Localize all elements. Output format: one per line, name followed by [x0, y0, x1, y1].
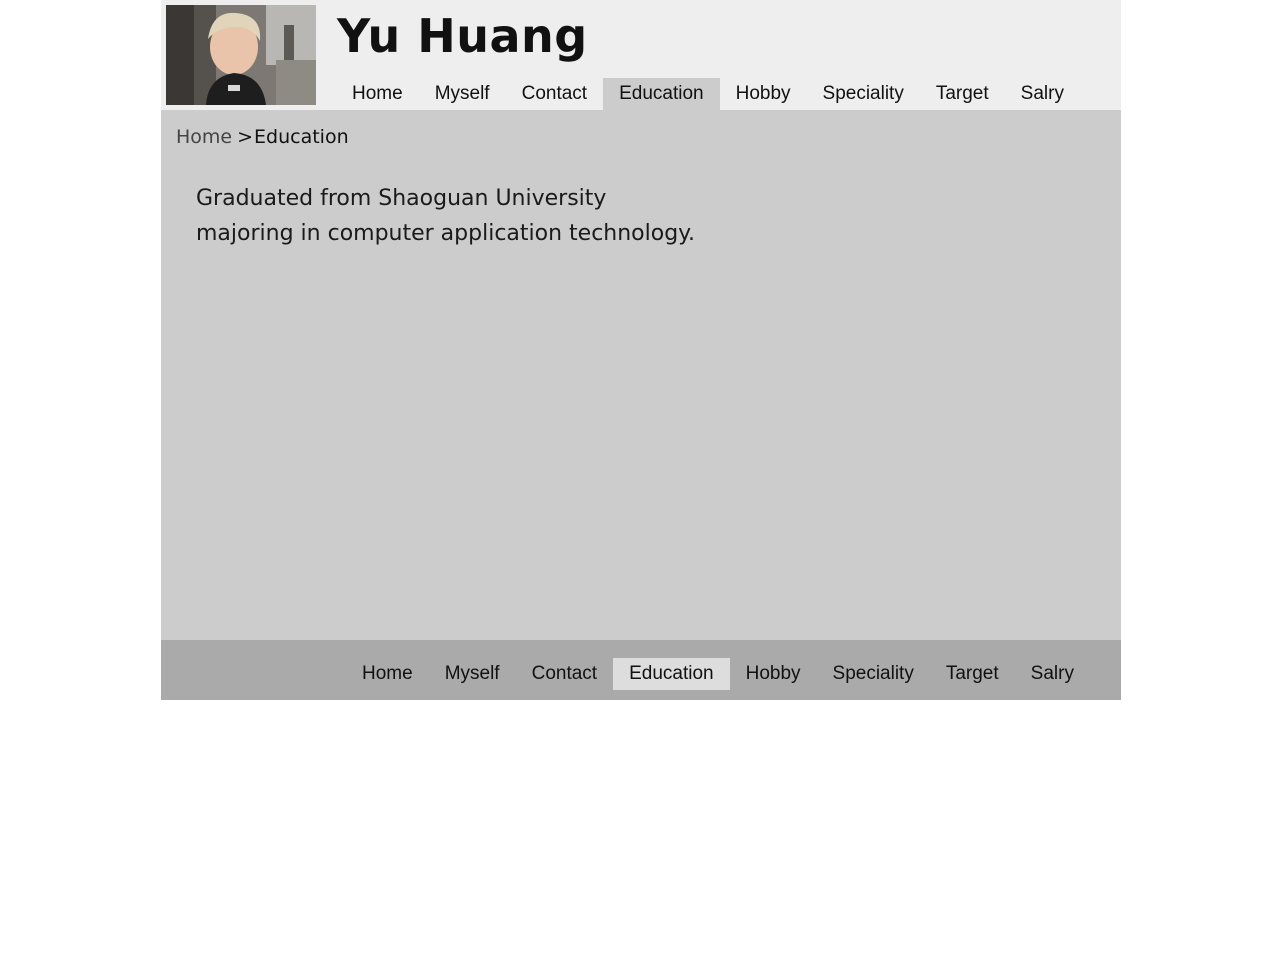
top-nav: Home Myself Contact Education Hobby Spec… — [336, 78, 1080, 110]
education-text: Graduated from Shaoguan University major… — [196, 181, 695, 251]
avatar — [166, 5, 316, 105]
footer-nav-item-myself[interactable]: Myself — [429, 658, 516, 690]
breadcrumb-current: Education — [254, 126, 349, 148]
breadcrumb: Home >Education — [176, 126, 349, 148]
main-content: Home >Education Graduated from Shaoguan U… — [161, 110, 1121, 640]
footer-nav-item-contact[interactable]: Contact — [516, 658, 613, 690]
breadcrumb-separator: > — [237, 126, 254, 148]
footer-nav: Home Myself Contact Education Hobby Spec… — [346, 658, 1090, 690]
nav-item-myself[interactable]: Myself — [419, 78, 506, 110]
site-header: Yu Huang Home Myself Contact Education H… — [161, 0, 1121, 110]
nav-item-home[interactable]: Home — [336, 78, 419, 110]
page-title: Yu Huang — [337, 9, 588, 63]
education-line: Graduated from Shaoguan University — [196, 186, 607, 211]
footer-nav-item-hobby[interactable]: Hobby — [730, 658, 817, 690]
nav-item-target[interactable]: Target — [920, 78, 1005, 110]
breadcrumb-home-link[interactable]: Home — [176, 126, 232, 148]
footer-nav-item-salry[interactable]: Salry — [1015, 658, 1090, 690]
site-footer: Home Myself Contact Education Hobby Spec… — [161, 640, 1121, 700]
nav-item-contact[interactable]: Contact — [506, 78, 603, 110]
education-line: majoring in computer application technol… — [196, 221, 696, 246]
nav-item-education[interactable]: Education — [603, 78, 720, 110]
nav-item-hobby[interactable]: Hobby — [720, 78, 807, 110]
nav-item-salry[interactable]: Salry — [1005, 78, 1080, 110]
footer-nav-item-target[interactable]: Target — [930, 658, 1015, 690]
nav-item-speciality[interactable]: Speciality — [807, 78, 920, 110]
page: Yu Huang Home Myself Contact Education H… — [161, 0, 1121, 700]
footer-nav-item-speciality[interactable]: Speciality — [817, 658, 930, 690]
footer-nav-item-education[interactable]: Education — [613, 658, 730, 690]
footer-nav-item-home[interactable]: Home — [346, 658, 429, 690]
